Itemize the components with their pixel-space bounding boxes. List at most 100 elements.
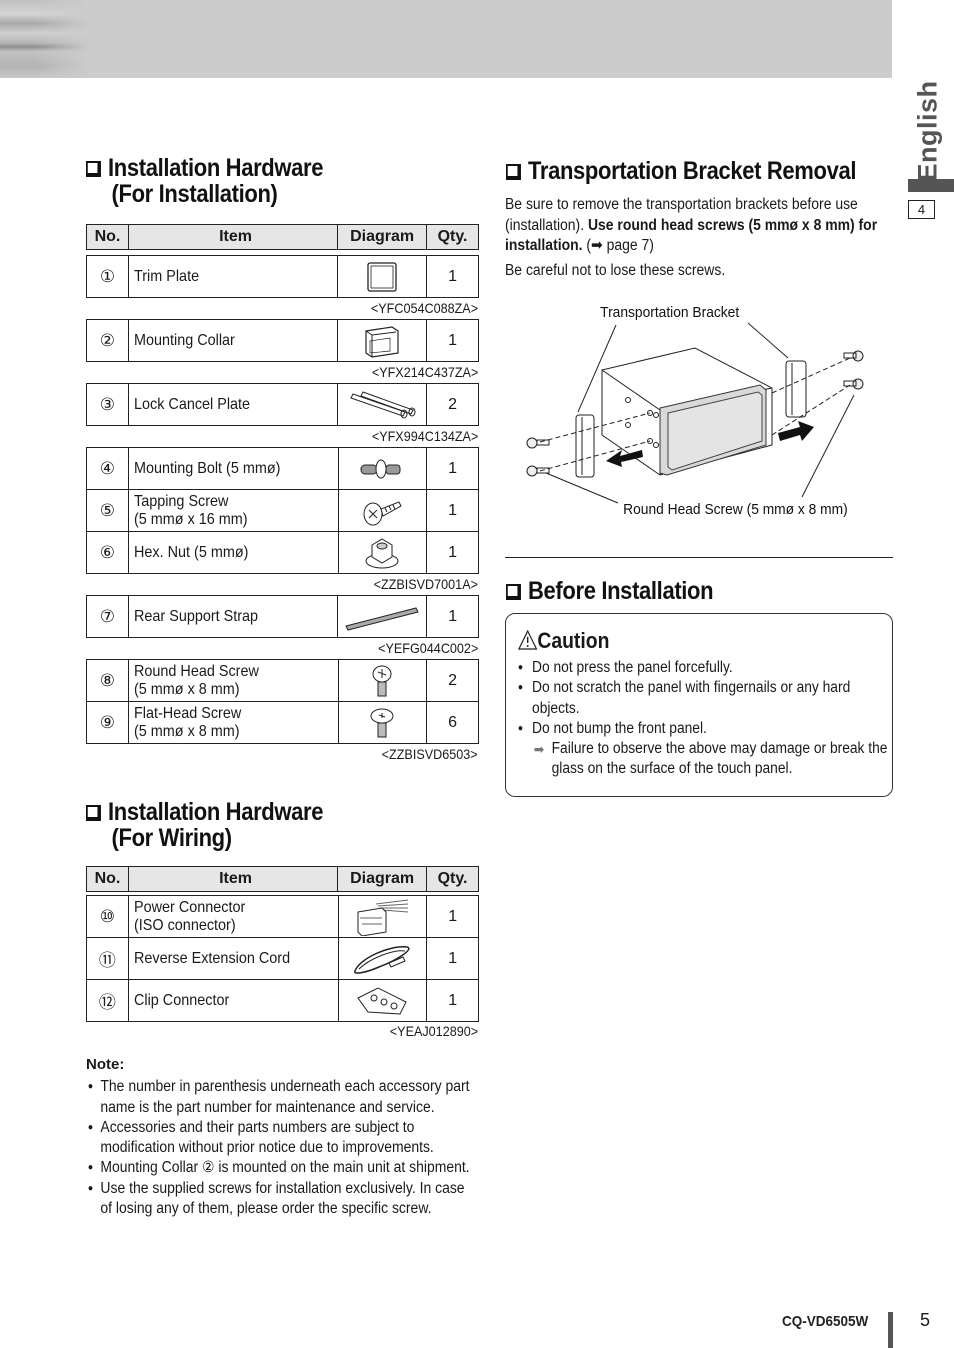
parts-group: ③ Lock Cancel Plate 2 [86,383,479,426]
page-number: 5 [920,1310,931,1330]
item-name: Tapping Screw (5 mmø x 16 mm) [127,489,339,532]
checkbox-bullet-icon [506,584,521,600]
table-row: ⑧ Round Head Screw (5 mmø x 8 mm) 2 [86,659,479,702]
item-name: Flat-Head Screw (5 mmø x 8 mm) [127,701,339,744]
item-name: Power Connector (ISO connector) [127,895,339,938]
item-number: ⑦ [86,595,129,638]
item-name: Round Head Screw (5 mmø x 8 mm) [127,659,339,702]
table-row: ⑥ Hex. Nut (5 mmø) 1 [86,531,479,574]
caution-box: Caution Do not press the panel forcefull… [505,613,893,797]
tapping-screw-icon [339,494,427,528]
item-name: Hex. Nut (5 mmø) [127,531,339,574]
item-number: ⑨ [86,701,129,744]
parts-group: ② Mounting Collar 1 [86,319,479,362]
part-number: <YEFG044C002> [377,640,478,656]
caution-consequence: ➡ Failure to observe the above may damage… [533,740,888,778]
table-row: ⑤ Tapping Screw (5 mmø x 16 mm) 1 [86,489,479,532]
parts-group: ⑧ Round Head Screw (5 mmø x 8 mm) 2 ⑨ Flat-He… [86,659,479,744]
clip-connector-icon [339,984,427,1018]
arrow-right-icon: ➡ [533,741,545,758]
item-diagram [337,255,428,298]
bracket-instructions: Be sure to remove the transportation bra… [505,196,878,254]
checkbox-bullet-icon [86,805,101,821]
mounting-collar-icon [338,323,426,359]
bracket-removal-diagram: Transportation Bracket Round Head Screw … [526,305,864,519]
table-row: ④ Mounting Bolt (5 mmø) 1 [86,447,479,490]
table-row: ① Trim Plate 1 [86,255,479,298]
parts-group: ① Trim Plate 1 [86,255,479,298]
item-number: ⑥ [86,531,129,574]
col-header-diagram: Diagram [337,866,428,892]
col-header-qty: Qty. [426,224,479,250]
note-title: Note: [86,1056,125,1073]
caution-item: Do not bump the front panel. [516,719,890,740]
bracket-warning-text: Be careful not to lose these screws. [505,262,726,279]
caution-item: Do not scratch the panel with fingernail… [516,678,890,719]
note-section: Note: The number in parenthesis undernea… [86,1055,476,1219]
table-row: ⑨ Flat-Head Screw (5 mmø x 8 mm) 6 [86,701,479,744]
item-diagram [337,319,428,362]
trim-plate-icon [338,259,426,295]
page-reference-link[interactable]: (➡ page 7) [583,237,654,254]
item-diagram [337,595,428,638]
item-name: Lock Cancel Plate [127,383,339,426]
item-name: Clip Connector [127,979,339,1022]
col-header-item: Item [127,866,339,892]
caution-item: Do not press the panel forcefully. [516,658,890,679]
item-number: ① [86,255,129,298]
item-qty: 1 [426,979,479,1022]
table-row: ⑦ Rear Support Strap 1 [86,595,479,638]
item-qty: 1 [426,531,479,574]
power-connector-icon [339,898,427,936]
flat-head-screw-icon [339,704,427,742]
figure-label-screw: Round Head Screw (5 mmø x 8 mm) [623,502,848,519]
section-divider [505,557,893,558]
item-qty: 1 [426,595,479,638]
arrow-right-icon [778,421,814,441]
item-diagram [337,979,428,1022]
item-diagram [337,531,428,574]
table-row: ⑫ Clip Connector 1 [86,979,479,1022]
table-row: ② Mounting Collar 1 [86,319,479,362]
item-qty: 1 [426,255,479,298]
language-page-number: 4 [908,200,935,219]
footer-model-number: CQ-VD6505W [782,1313,869,1330]
item-diagram [337,701,428,744]
part-number: <ZZBISVD7001A> [373,576,478,592]
item-qty: 1 [426,895,479,938]
warning-triangle-icon [518,630,538,650]
rear-support-strap-icon [338,602,426,632]
item-number: ⑤ [86,489,129,532]
item-name: Mounting Collar [127,319,339,362]
item-diagram [337,895,428,938]
note-item: Accessories and their parts numbers are … [86,1118,473,1159]
item-name: Mounting Bolt (5 mmø) [127,447,339,490]
item-number: ③ [86,383,129,426]
section-title-wiring-hardware: Installation Hardware (For Wiring) [86,799,323,851]
col-header-qty: Qty. [426,866,479,892]
parts-group: ④ Mounting Bolt (5 mmø) 1 ⑤ Tapping Screw (5 … [86,447,479,574]
part-number: <YFX214C437ZA> [371,364,478,380]
item-name: Rear Support Strap [127,595,339,638]
checkbox-bullet-icon [86,161,101,177]
language-bar [908,179,954,192]
part-number: <YFC054C088ZA> [370,300,478,316]
item-name: Trim Plate [127,255,339,298]
item-qty: 6 [426,701,479,744]
item-qty: 2 [426,659,479,702]
item-number: ⑫ [86,979,129,1022]
table-row: ③ Lock Cancel Plate 2 [86,383,479,426]
note-item: Mounting Collar ② is mounted on the main… [86,1158,473,1179]
bracket-removal-figure: Transportation Bracket Round Head Screw … [510,295,890,525]
note-item: Use the supplied screws for installation… [86,1179,473,1220]
item-qty: 2 [426,383,479,426]
item-qty: 1 [426,447,479,490]
item-number: ② [86,319,129,362]
wiring-hardware-table-header: No. Item Diagram Qty. [86,866,479,892]
section-title-before-installation: Before Installation [506,578,714,604]
item-name: Reverse Extension Cord [127,937,339,980]
part-number: <YFX994C134ZA> [371,428,478,444]
table-row: ⑪ Reverse Extension Cord 1 [86,937,479,980]
language-tab: English 4 [908,80,954,228]
col-header-no: No. [86,224,129,250]
